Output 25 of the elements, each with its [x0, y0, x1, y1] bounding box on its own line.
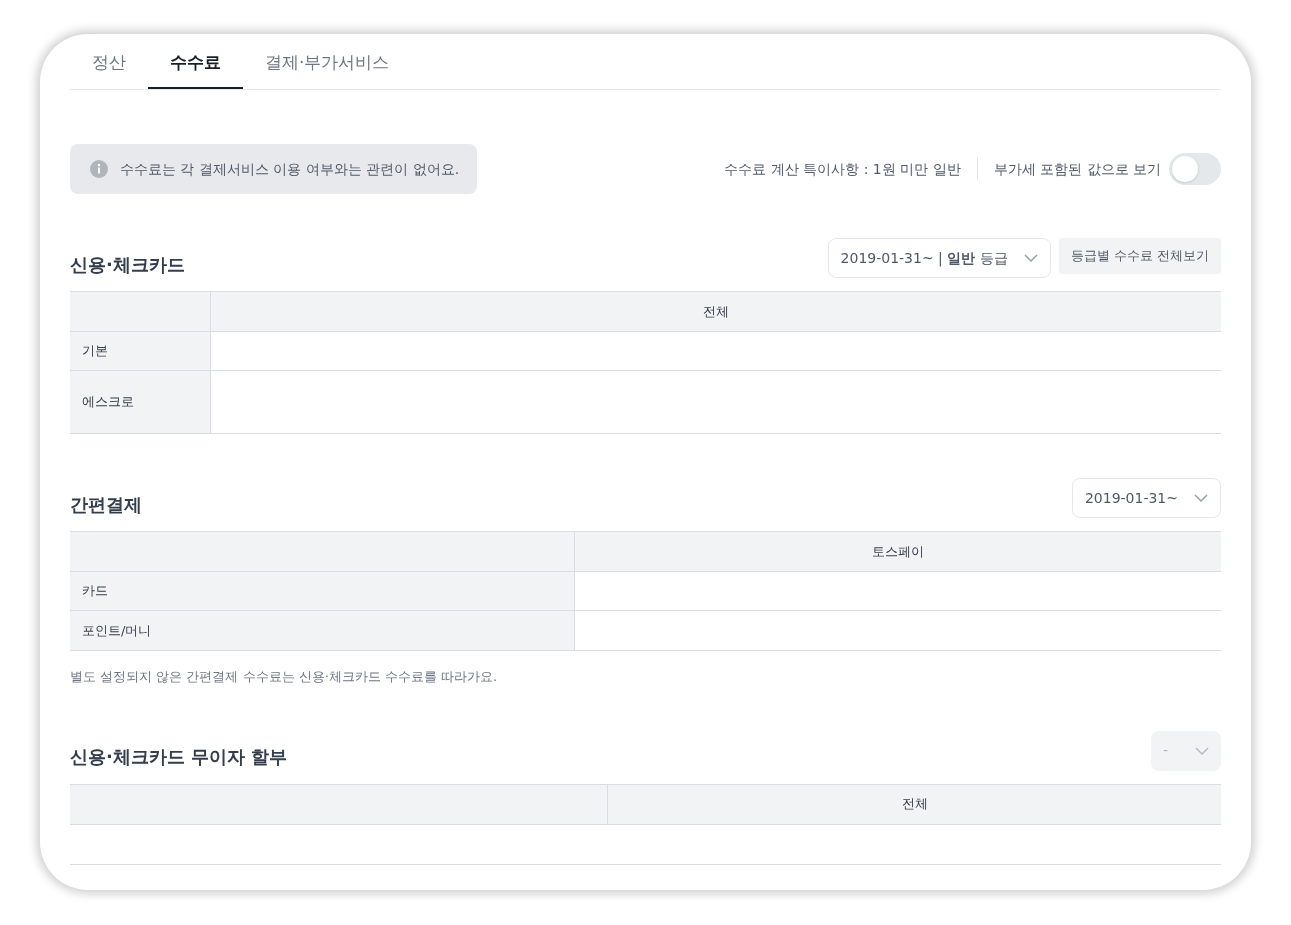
chevron-down-icon [1023, 254, 1038, 262]
footnote: 별도 설정되지 않은 간편결제 수수료는 신용·체크카드 수수료를 따라가요. [70, 668, 499, 686]
tab[interactable]: 수수료 [148, 34, 243, 89]
info-icon [90, 160, 108, 178]
toggle-label: 부가세 포함된 값으로 보기 [993, 159, 1161, 179]
vat-toggle[interactable] [1169, 153, 1221, 185]
view-all-button[interactable]: 등급별 수수료 전체보기 [1058, 238, 1221, 274]
section-title: 간편결제 [70, 492, 142, 517]
section-title: 신용·체크카드 [70, 252, 185, 277]
tab[interactable]: 정산 [70, 34, 148, 89]
row-label: 에스크로 [82, 393, 134, 412]
info-text: 수수료는 각 결제서비스 이용 여부와는 관련이 없어요. [120, 159, 460, 179]
row-label: 기본 [82, 342, 108, 361]
table-header-cell-text: 전체 [900, 795, 929, 814]
section-title: 신용·체크카드 무이자 할부 [70, 745, 288, 769]
table-header-cell-text: 토스페이 [871, 542, 925, 561]
table-header-cell-text: 전체 [702, 302, 730, 321]
date-select[interactable]: 2019-01-31~ [1071, 478, 1221, 518]
fee-note: 수수료 계산 특이사항 : 1원 미만 일반 [724, 159, 961, 179]
row-label: 포인트/머니 [82, 621, 152, 640]
chevron-down-icon [1195, 746, 1209, 755]
date-select[interactable]: 2019-01-31~ | 일반 등급 [827, 238, 1051, 278]
row-label: 카드 [82, 582, 108, 601]
chevron-down-icon [1194, 494, 1208, 502]
tab[interactable]: 결제·부가서비스 [243, 34, 412, 89]
